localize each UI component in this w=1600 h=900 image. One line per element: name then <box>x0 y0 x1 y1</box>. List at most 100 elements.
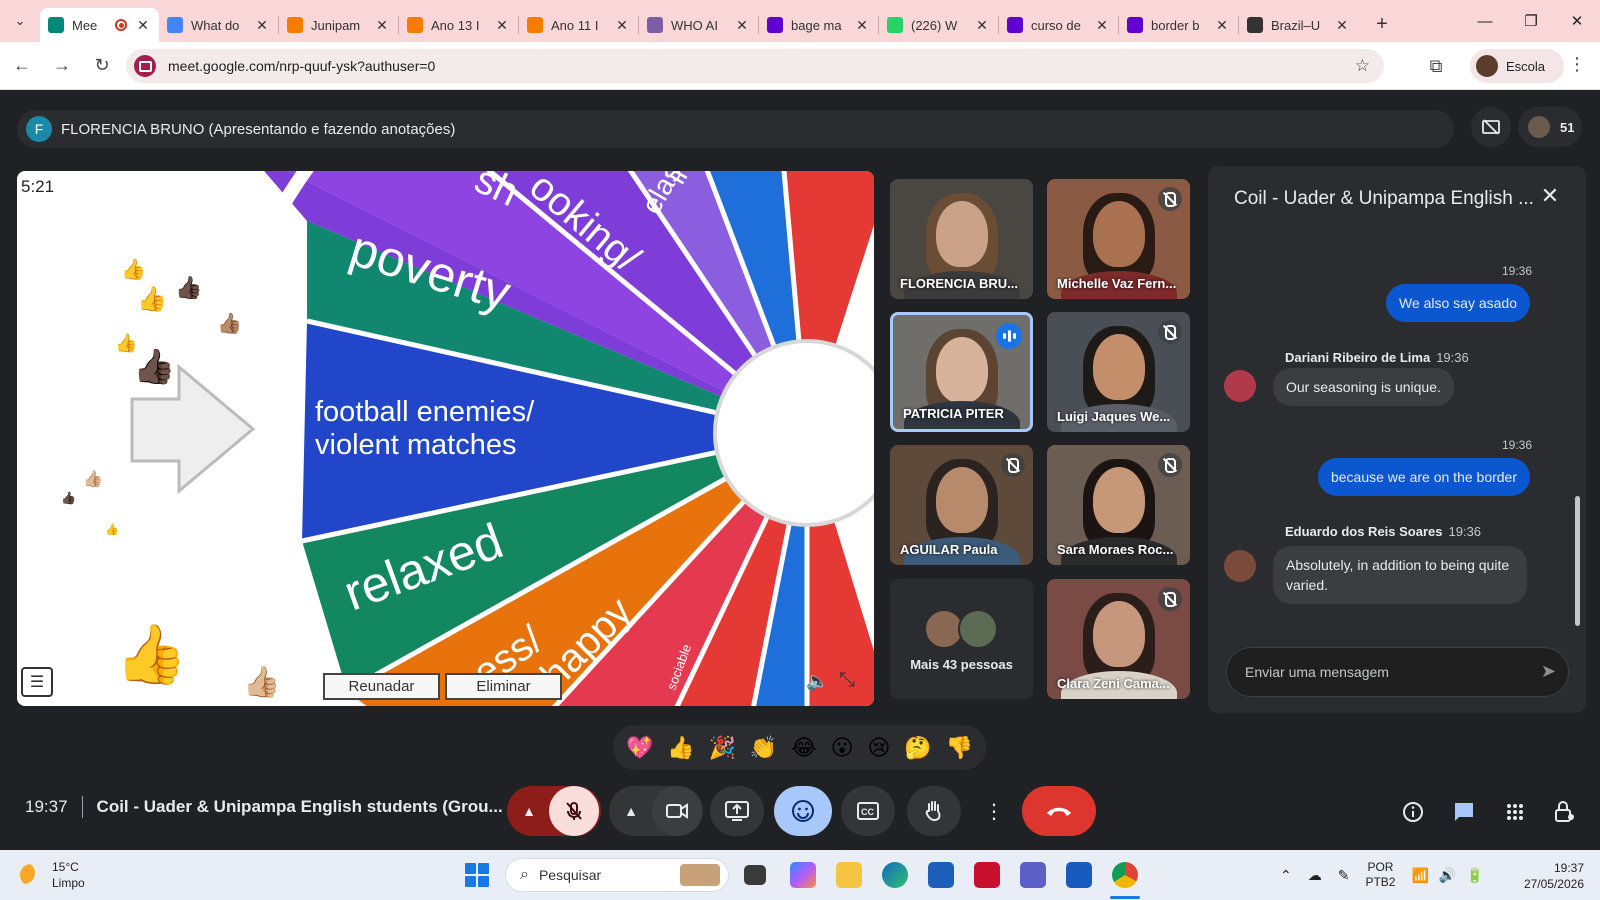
tab-close-icon[interactable]: ✕ <box>614 17 630 34</box>
volume-icon[interactable]: 🔈 <box>806 671 828 692</box>
exit-fullscreen-icon[interactable]: ⤡ <box>839 669 855 692</box>
browser-tab[interactable]: Ano 13 I ✕ <box>399 8 518 42</box>
participants-button[interactable]: 51 <box>1518 107 1582 147</box>
surprised-face-icon[interactable]: 😮 <box>831 735 854 761</box>
party-popper-icon[interactable]: 🎉 <box>709 735 736 761</box>
resume-button[interactable]: Reunadar <box>323 673 440 700</box>
laughing-face-icon[interactable]: 😂 <box>791 735 817 761</box>
browser-menu-icon[interactable]: ⋮ <box>1568 54 1586 75</box>
tab-close-icon[interactable]: ✕ <box>135 17 151 34</box>
mic-options-chevron-icon[interactable]: ▲ <box>507 786 551 836</box>
browser-tab[interactable]: border b ✕ <box>1119 8 1238 42</box>
onedrive-icon[interactable]: ☁ <box>1308 867 1322 884</box>
address-bar[interactable]: meet.google.com/nrp-quuf-ysk?authuser=0 … <box>126 49 1384 83</box>
close-icon[interactable]: ✕ <box>1536 182 1564 210</box>
file-explorer-icon[interactable] <box>836 862 862 888</box>
input-language[interactable]: POR PTB2 <box>1365 860 1395 890</box>
crying-face-icon[interactable]: 😢 <box>867 735 890 761</box>
tab-close-icon[interactable]: ✕ <box>1334 17 1350 34</box>
more-options-icon[interactable]: ⋮ <box>978 786 1010 836</box>
browser-tab[interactable]: What do ✕ <box>159 8 278 42</box>
back-button[interactable]: ← <box>4 48 40 84</box>
browser-tab[interactable]: Junipam ✕ <box>279 8 398 42</box>
mcafee-icon[interactable] <box>974 862 1000 888</box>
tab-close-icon[interactable]: ✕ <box>974 17 990 34</box>
menu-lines-icon[interactable]: ☰ <box>21 667 53 697</box>
windows-start-icon[interactable] <box>465 863 489 887</box>
minimize-button[interactable]: — <box>1462 0 1508 42</box>
participant-tile[interactable]: FLORENCIA BRU... <box>890 179 1033 299</box>
speaker-icon[interactable]: 🔊 <box>1439 867 1456 884</box>
layout-button[interactable] <box>1471 107 1511 147</box>
chat-icon[interactable] <box>1448 796 1480 828</box>
delete-button[interactable]: Eliminar <box>445 673 562 700</box>
browser-tab[interactable]: Ano 11 I ✕ <box>519 8 638 42</box>
raise-hand-button[interactable] <box>907 786 961 836</box>
profile-button[interactable]: Escola <box>1470 49 1564 83</box>
url-text[interactable]: meet.google.com/nrp-quuf-ysk?authuser=0 <box>168 58 435 74</box>
chrome-icon[interactable] <box>1112 862 1138 888</box>
thinking-face-icon[interactable]: 🤔 <box>904 735 931 761</box>
weather-widget[interactable]: 15°C Limpo <box>20 859 85 891</box>
participant-tile[interactable]: Michelle Vaz Fern... <box>1047 179 1190 299</box>
leave-call-button[interactable] <box>1022 786 1096 836</box>
wifi-icon[interactable]: 📶 <box>1411 867 1428 884</box>
battery-icon[interactable]: 🔋 <box>1466 867 1483 884</box>
thumbs-up-icon[interactable]: 👍 <box>667 735 694 761</box>
tab-close-icon[interactable]: ✕ <box>1214 17 1230 34</box>
participant-tile[interactable]: Clara Zeni Cama... <box>1047 579 1190 699</box>
task-view-icon[interactable] <box>744 865 766 885</box>
thumbs-down-icon[interactable]: 👎 <box>946 735 973 761</box>
present-screen-button[interactable] <box>710 786 764 836</box>
camera-icon <box>666 803 688 819</box>
system-clock[interactable]: 19:37 27/05/2026 <box>1524 860 1584 892</box>
emoji-reactions-button[interactable] <box>774 786 832 836</box>
show-hidden-icons-chevron-icon[interactable]: ⌃ <box>1280 867 1292 884</box>
reload-button[interactable]: ↻ <box>84 48 120 84</box>
clapping-hands-icon[interactable]: 👏 <box>750 735 777 761</box>
store-icon[interactable] <box>928 862 954 888</box>
camera-options-chevron-icon[interactable]: ▲ <box>609 786 653 836</box>
browser-tab[interactable]: WHO AI ✕ <box>639 8 758 42</box>
participant-tile[interactable]: Luigi Jaques We... <box>1047 312 1190 432</box>
tab-close-icon[interactable]: ✕ <box>734 17 750 34</box>
browser-tab[interactable]: Mee ✕ <box>40 8 159 42</box>
forward-button[interactable]: → <box>44 48 80 84</box>
participant-tile[interactable]: Sara Moraes Roc... <box>1047 445 1190 565</box>
word-icon[interactable] <box>1066 862 1092 888</box>
pen-input-icon[interactable]: ✎ <box>1338 867 1350 884</box>
edge-icon[interactable] <box>882 862 908 888</box>
copilot-icon[interactable] <box>790 862 816 888</box>
site-info-icon[interactable] <box>134 55 156 77</box>
teams-icon[interactable] <box>1020 862 1046 888</box>
participant-tile[interactable]: PATRICIA PITER <box>890 312 1033 432</box>
chat-scrollbar[interactable] <box>1575 496 1580 626</box>
taskbar-search[interactable]: ⌕ Pesquisar <box>505 858 729 892</box>
captions-button[interactable]: CC <box>841 786 895 836</box>
tab-close-icon[interactable]: ✕ <box>854 17 870 34</box>
browser-tab[interactable]: (226) W ✕ <box>879 8 998 42</box>
browser-tab[interactable]: curso de ✕ <box>999 8 1118 42</box>
browser-tab[interactable]: Brazil–U ✕ <box>1239 8 1358 42</box>
camera-button[interactable] <box>652 786 702 836</box>
browser-tab[interactable]: bage ma ✕ <box>759 8 878 42</box>
new-tab-button[interactable]: + <box>1366 8 1398 40</box>
participant-tile[interactable]: AGUILAR Paula <box>890 445 1033 565</box>
tab-close-icon[interactable]: ✕ <box>254 17 270 34</box>
activities-icon[interactable] <box>1499 796 1531 828</box>
bookmark-star-icon[interactable]: ☆ <box>1355 56 1370 76</box>
restore-button[interactable]: ❐ <box>1508 0 1554 42</box>
extensions-icon[interactable]: ⧉ <box>1418 48 1454 84</box>
more-participants-tile[interactable]: Mais 43 pessoas <box>890 579 1033 699</box>
tab-close-icon[interactable]: ✕ <box>374 17 390 34</box>
tab-search-chevron-icon[interactable]: ⌄ <box>0 0 40 42</box>
chat-message-input[interactable]: Enviar uma mensagem ➤ <box>1226 647 1569 697</box>
tab-close-icon[interactable]: ✕ <box>1094 17 1110 34</box>
meeting-info-icon[interactable] <box>1397 796 1429 828</box>
tab-close-icon[interactable]: ✕ <box>494 17 510 34</box>
mic-off-button[interactable] <box>549 786 599 836</box>
host-controls-icon[interactable] <box>1548 796 1580 828</box>
sparkling-heart-icon[interactable]: 💖 <box>626 735 653 761</box>
send-icon[interactable]: ➤ <box>1541 661 1556 682</box>
close-window-button[interactable]: ✕ <box>1554 0 1600 42</box>
